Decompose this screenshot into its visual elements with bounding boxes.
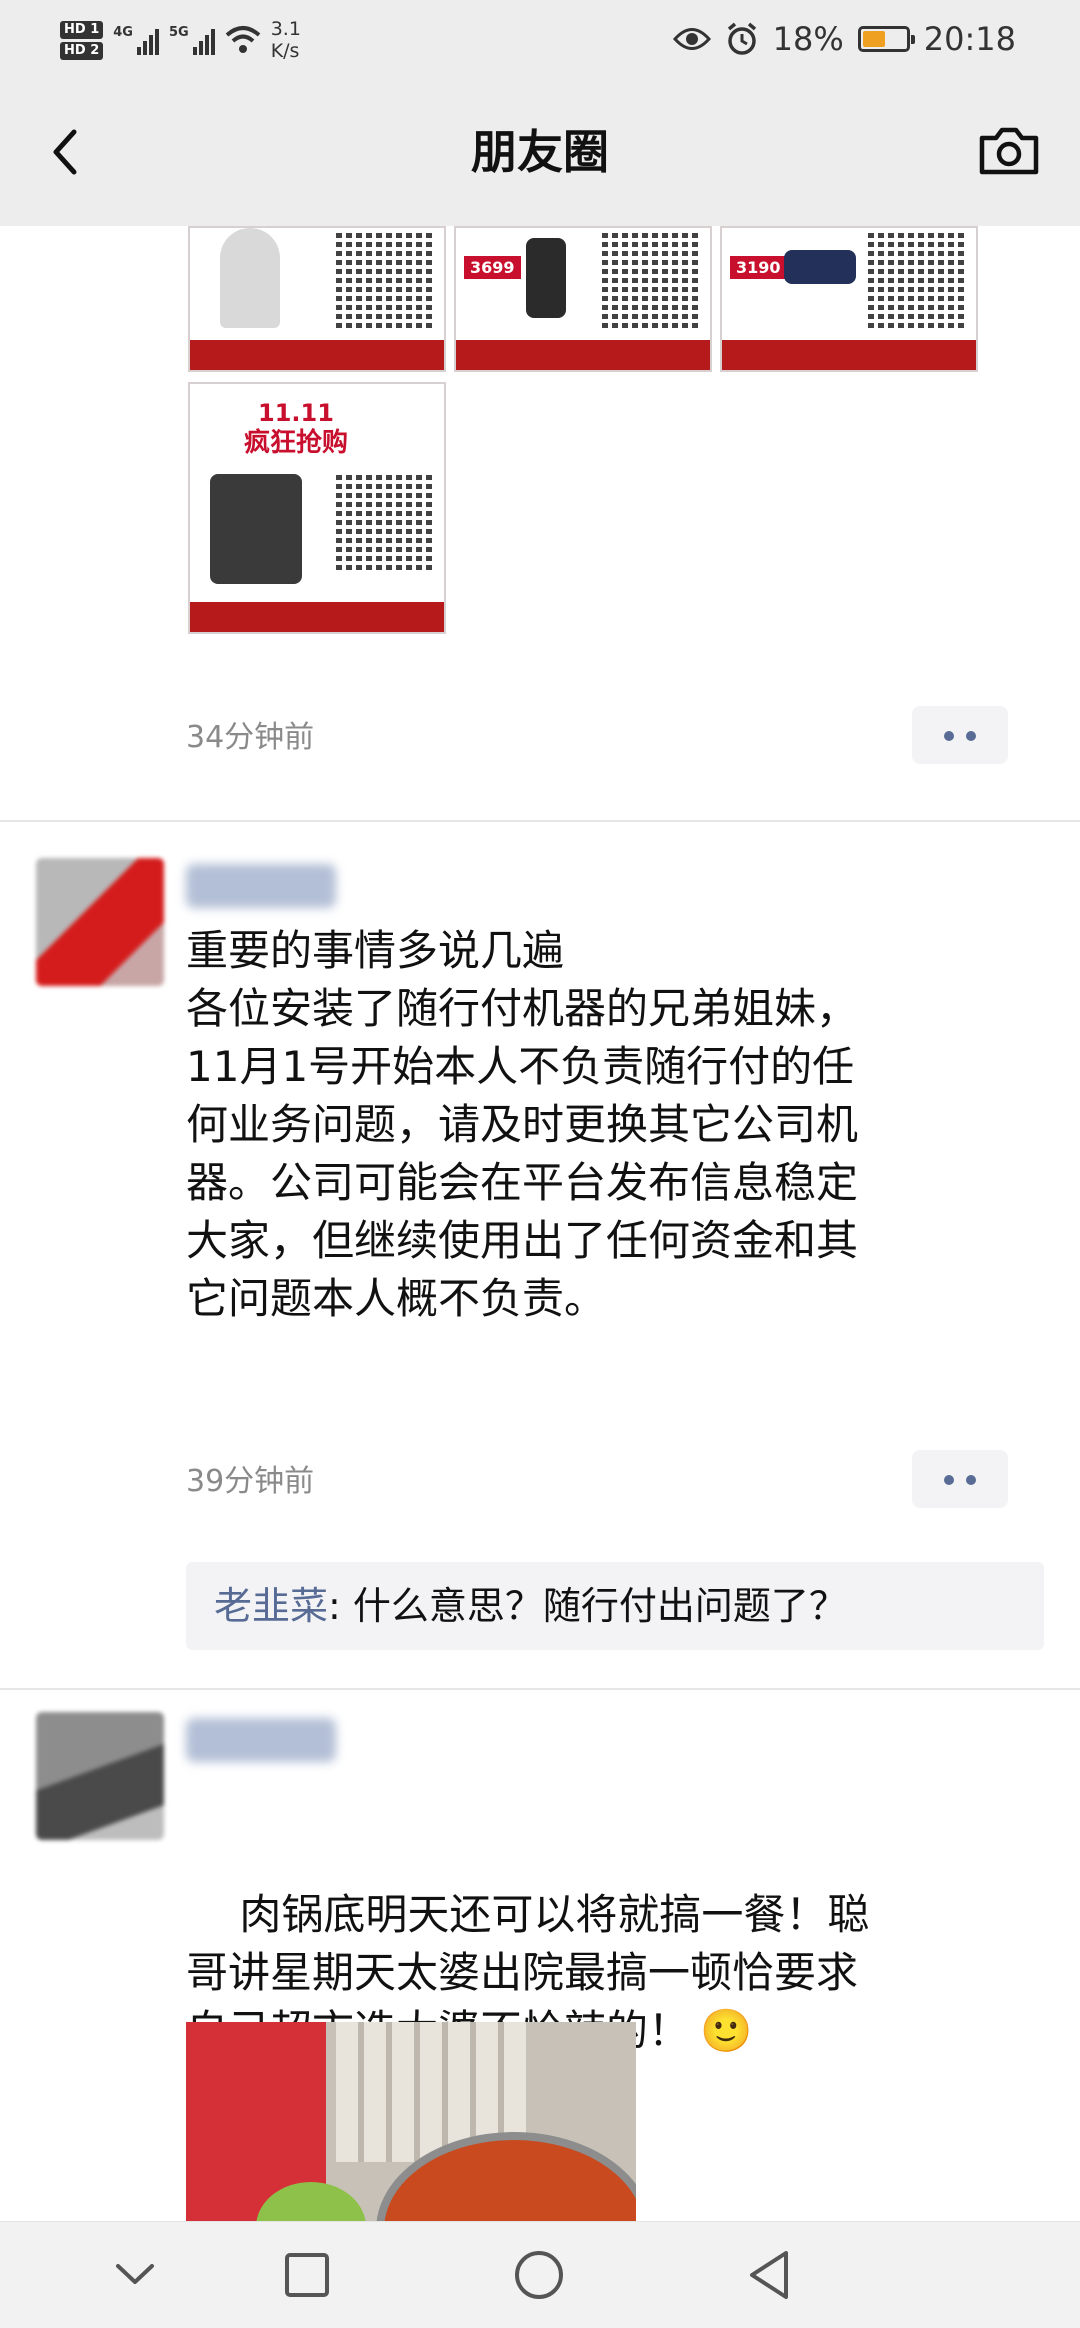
post-image-2[interactable]: 3699 xyxy=(454,226,712,372)
signal-5g-icon: 5G xyxy=(169,25,215,55)
avatar[interactable] xyxy=(36,858,164,986)
nav-bar: 朋友圈 xyxy=(0,78,1080,226)
more-actions-button[interactable] xyxy=(912,706,1008,764)
user-name[interactable] xyxy=(186,864,336,908)
nav-down-icon[interactable] xyxy=(110,2254,160,2294)
comment-text: : 什么意思？随行付出问题了？ xyxy=(328,1584,847,1628)
back-triangle-icon[interactable] xyxy=(744,2248,794,2302)
signal-4g-icon: 4G xyxy=(113,25,159,55)
home-circle-icon[interactable] xyxy=(512,2248,566,2302)
post-time: 39分钟前 xyxy=(186,1464,315,1499)
battery-icon xyxy=(857,26,915,52)
post-text: 重要的事情多说几遍 各位安装了随行付机器的兄弟姐妹， 11月1号开始本人不负责随… xyxy=(186,926,859,1323)
post-image-4[interactable]: 11.11 疯狂抢购 xyxy=(188,382,446,634)
eye-icon xyxy=(672,28,711,50)
recents-square-icon[interactable] xyxy=(282,2250,332,2300)
hd1-label: HD 1 xyxy=(60,20,104,39)
moments-feed[interactable]: 3699 3190 11.11 疯狂抢购 34分钟前 重要的事情多说几遍 各位安… xyxy=(0,226,1080,2222)
system-nav-bar xyxy=(0,2221,1080,2328)
camera-icon[interactable] xyxy=(976,120,1042,180)
page-title: 朋友圈 xyxy=(471,125,609,179)
battery-percent: 18% xyxy=(772,20,844,58)
status-left: HD 1 HD 2 4G 5G 3.1 K/s xyxy=(60,12,301,68)
user-name[interactable] xyxy=(186,1718,336,1762)
more-actions-button[interactable] xyxy=(912,1450,1008,1508)
comment-author[interactable]: 老韭菜 xyxy=(214,1584,328,1628)
status-right: 18% 20:18 xyxy=(672,14,1016,64)
status-bar: HD 1 HD 2 4G 5G 3.1 K/s 18% 20:18 xyxy=(0,0,1080,78)
post-image-1[interactable] xyxy=(188,226,446,372)
clock: 20:18 xyxy=(923,20,1016,58)
wifi-icon xyxy=(225,26,261,53)
alarm-icon xyxy=(727,22,756,55)
divider xyxy=(0,820,1080,822)
smile-emoji-icon: 🙂 xyxy=(700,2006,753,2055)
post-photo[interactable] xyxy=(186,2022,636,2222)
post-time: 34分钟前 xyxy=(186,720,315,755)
avatar[interactable] xyxy=(36,1712,164,1840)
hd2-label: HD 2 xyxy=(60,41,104,60)
network-speed: 3.1 K/s xyxy=(270,18,301,62)
comment-item[interactable]: 老韭菜: 什么意思？随行付出问题了？ xyxy=(186,1562,1044,1650)
post-image-3[interactable]: 3190 xyxy=(720,226,978,372)
divider xyxy=(0,1688,1080,1690)
promo-label: 11.11 疯狂抢购 xyxy=(243,399,348,458)
hd-indicator: HD 1 HD 2 xyxy=(60,20,104,60)
